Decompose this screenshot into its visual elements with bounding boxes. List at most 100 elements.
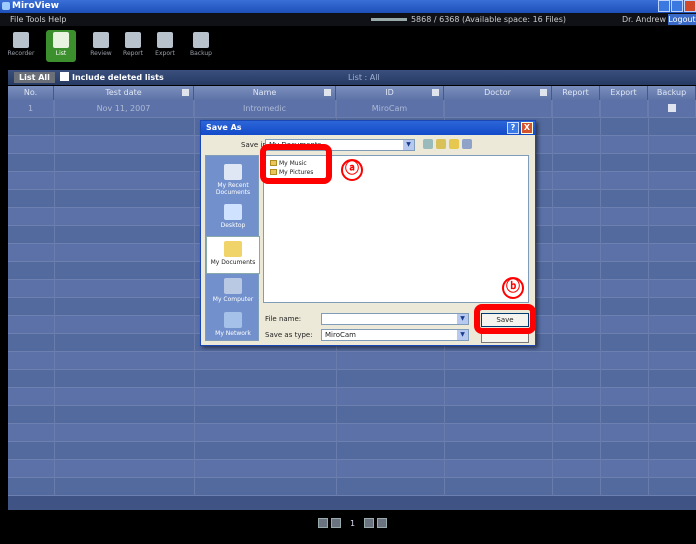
tool-backup[interactable]: Backup [186, 30, 216, 62]
dialog-nav-icons [423, 139, 472, 149]
next-page-icon[interactable] [364, 518, 375, 528]
col-label: Name [252, 88, 277, 97]
list-title: List : All [348, 73, 380, 82]
column-divider [54, 100, 55, 496]
save-type-select[interactable]: MiroCam ▼ [321, 329, 469, 341]
app-title: MiroView [12, 1, 59, 11]
minimize-icon[interactable] [658, 0, 670, 12]
list-icon [53, 32, 69, 48]
place-label: My Recent Documents [215, 182, 251, 196]
list-header-bar: List All Include deleted lists List : Al… [8, 70, 696, 85]
col-test-date[interactable]: Test date [54, 86, 194, 100]
col-label: ID [385, 88, 394, 97]
report-icon [125, 32, 141, 48]
col-id[interactable]: ID [336, 86, 444, 100]
storage-info: 5868 / 6368 (Available space: 16 Files) [370, 13, 566, 26]
tool-label: Review [90, 50, 112, 57]
save-type-label: Save as type: [265, 331, 313, 339]
chevron-down-icon[interactable]: ▼ [457, 330, 468, 340]
table-row[interactable]: 1 Nov 11, 2007 Intromedic MiroCam [8, 100, 696, 118]
col-backup[interactable]: Backup [648, 86, 696, 100]
storage-bar [370, 18, 407, 21]
col-label: Backup [656, 88, 687, 97]
pagination: 1 [318, 518, 388, 528]
place-my-documents[interactable]: My Documents [206, 236, 260, 274]
list-all-button[interactable]: List All [14, 72, 55, 83]
tool-label: Report [123, 50, 143, 57]
table-header: No. Test date Name ID Doctor Report Expo… [8, 86, 696, 100]
last-page-icon[interactable] [377, 518, 388, 528]
review-icon [93, 32, 109, 48]
place-label: Desktop [220, 222, 246, 229]
place-recent[interactable]: My Recent Documents [206, 160, 260, 198]
first-page-icon[interactable] [318, 518, 328, 528]
desktop-icon [224, 204, 242, 220]
col-label: Export [610, 88, 637, 97]
maximize-icon[interactable] [671, 0, 683, 12]
tool-label: Export [155, 50, 175, 57]
col-export[interactable]: Export [600, 86, 648, 100]
place-label: My Documents [210, 259, 256, 266]
chevron-down-icon[interactable]: ▼ [457, 314, 468, 324]
backup-row-icon[interactable] [667, 104, 676, 112]
col-no[interactable]: No. [8, 86, 54, 100]
tool-list[interactable]: List [46, 30, 76, 62]
my-network-icon [224, 312, 242, 328]
include-deleted-label: Include deleted lists [72, 73, 164, 82]
new-folder-icon[interactable] [449, 139, 459, 149]
menu-items[interactable]: File Tools Help [10, 15, 66, 24]
tool-label: Recorder [7, 50, 35, 57]
chevron-down-icon[interactable]: ▼ [403, 140, 414, 150]
table-row [8, 352, 696, 370]
cell-id: MiroCam [336, 100, 444, 118]
logout-button[interactable]: Logout [668, 14, 696, 25]
export-icon [157, 32, 173, 48]
recorder-icon [13, 32, 29, 48]
file-name-label: File name: [265, 315, 302, 323]
cell-date: Nov 11, 2007 [54, 100, 194, 118]
place-label: My Network [215, 330, 251, 337]
tool-review[interactable]: Review [86, 30, 116, 62]
back-icon[interactable] [423, 139, 433, 149]
table-footer [8, 496, 696, 510]
column-divider [194, 100, 195, 496]
close-window-icon[interactable] [684, 0, 696, 12]
place-desktop[interactable]: Desktop [206, 200, 260, 238]
dialog-close-button[interactable]: X [521, 122, 533, 134]
place-my-computer[interactable]: My Computer [206, 274, 260, 312]
up-folder-icon[interactable] [436, 139, 446, 149]
table-row [8, 478, 696, 496]
view-menu-icon[interactable] [462, 139, 472, 149]
doctor-name: Dr. Andrew [622, 15, 666, 24]
tool-report[interactable]: Report [118, 30, 148, 62]
my-documents-icon [224, 241, 242, 257]
col-label: No. [23, 88, 38, 97]
file-name-input[interactable]: ▼ [321, 313, 469, 325]
place-label: My Computer [212, 296, 254, 303]
toolbar: Recorder List Review Report Export Backu… [0, 26, 696, 68]
cell-backup[interactable] [648, 100, 696, 118]
sort-icon[interactable] [540, 89, 547, 96]
place-my-network[interactable]: My Network [206, 308, 260, 346]
include-deleted-checkbox[interactable] [60, 72, 69, 81]
table-row [8, 442, 696, 460]
prev-page-icon[interactable] [331, 518, 341, 528]
sort-icon[interactable] [182, 89, 189, 96]
col-doctor[interactable]: Doctor [444, 86, 552, 100]
sort-icon[interactable] [432, 89, 439, 96]
help-button[interactable]: ? [507, 122, 519, 134]
table-row [8, 370, 696, 388]
col-name[interactable]: Name [194, 86, 336, 100]
dialog-title: Save As [206, 123, 242, 132]
tool-recorder[interactable]: Recorder [6, 30, 36, 62]
tool-export[interactable]: Export [150, 30, 180, 62]
cancel-button[interactable] [481, 333, 529, 343]
cell-doctor [444, 100, 552, 118]
include-deleted-toggle[interactable]: Include deleted lists [60, 72, 164, 83]
page-number: 1 [350, 518, 356, 528]
sort-icon[interactable] [324, 89, 331, 96]
column-divider [648, 100, 649, 496]
annotation-badge-a: ⓐ [341, 159, 363, 181]
highlight-box-a [260, 144, 332, 184]
col-report[interactable]: Report [552, 86, 600, 100]
